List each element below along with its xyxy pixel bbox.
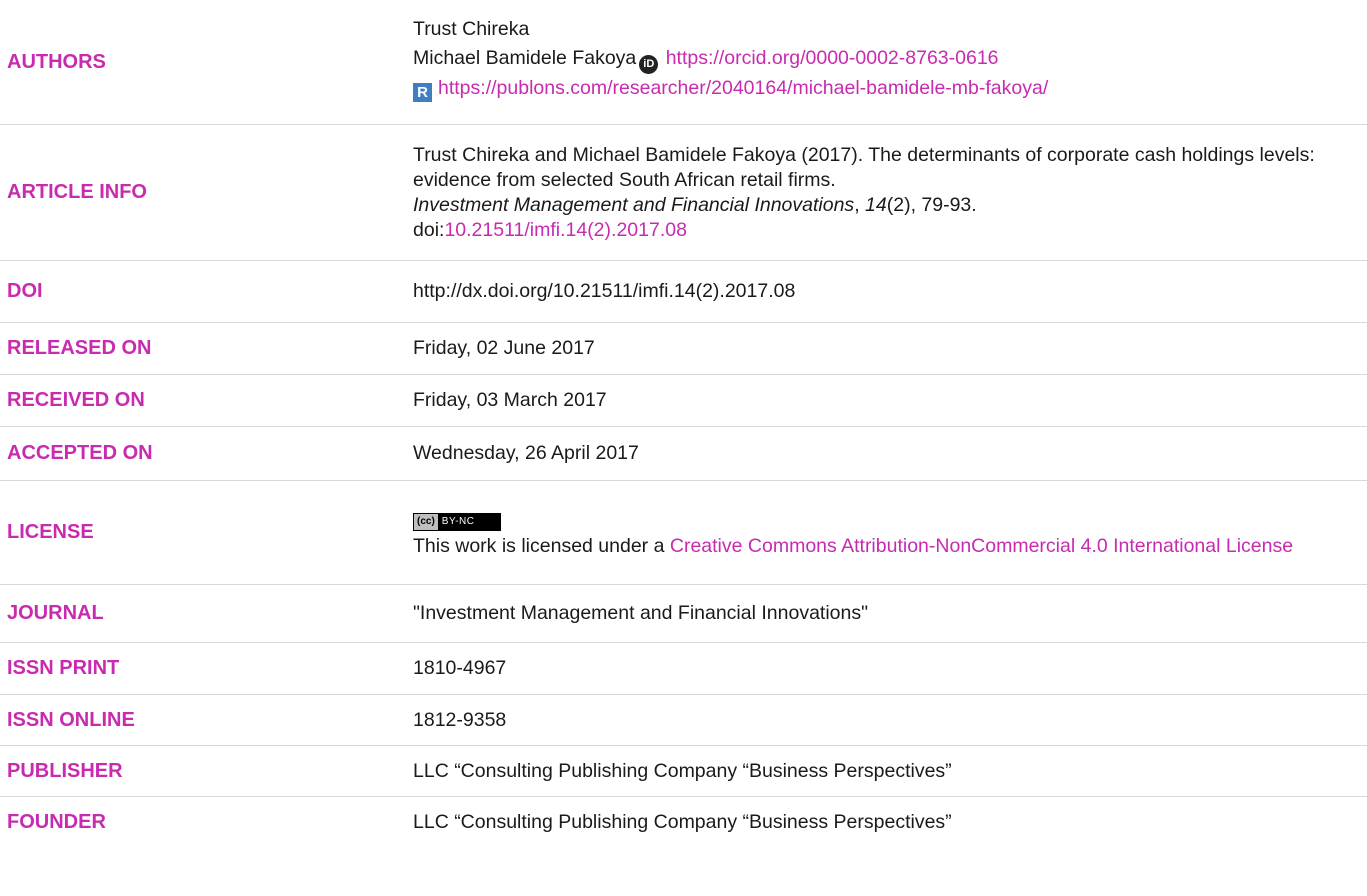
accepted-on-row: ACCEPTED ON Wednesday, 26 April 2017 bbox=[0, 427, 1367, 481]
received-on-label: RECEIVED ON bbox=[7, 389, 145, 411]
publons-link[interactable]: https://publons.com/researcher/2040164/m… bbox=[438, 77, 1048, 99]
received-on-row: RECEIVED ON Friday, 03 March 2017 bbox=[0, 375, 1367, 427]
license-label: LICENSE bbox=[7, 521, 94, 543]
issn-print-row: ISSN PRINT 1810-4967 bbox=[0, 643, 1367, 695]
license-row: LICENSE (cc) BY-NC This work is licensed… bbox=[0, 481, 1367, 585]
journal-value: "Investment Management and Financial Inn… bbox=[413, 602, 869, 624]
released-on-label: RELEASED ON bbox=[7, 337, 152, 359]
article-info-row: ARTICLE INFO Trust Chireka and Michael B… bbox=[0, 125, 1367, 261]
issn-online-label: ISSN ONLINE bbox=[7, 708, 135, 731]
issn-print-label: ISSN PRINT bbox=[7, 657, 120, 679]
article-info-value: Trust Chireka and Michael Bamidele Fakoy… bbox=[413, 143, 1367, 243]
founder-label: FOUNDER bbox=[7, 810, 106, 833]
license-link[interactable]: Creative Commons Attribution-NonCommerci… bbox=[670, 535, 1293, 557]
authors-label: AUTHORS bbox=[7, 50, 106, 73]
publisher-value: LLC “Consulting Publishing Company “Busi… bbox=[413, 759, 952, 782]
authors-row: AUTHORS Trust Chireka Michael Bamidele F… bbox=[0, 0, 1367, 125]
doi-value: http://dx.doi.org/10.21511/imfi.14(2).20… bbox=[413, 280, 796, 302]
orcid-link[interactable]: https://orcid.org/0000-0002-8763-0616 bbox=[666, 47, 999, 69]
authors-value: Trust Chireka Michael Bamidele Fakoya iD … bbox=[413, 15, 1367, 103]
doi-link[interactable]: 10.21511/imfi.14(2).2017.08 bbox=[444, 219, 686, 241]
founder-row: FOUNDER LLC “Consulting Publishing Compa… bbox=[0, 797, 1367, 847]
article-metadata-table: AUTHORS Trust Chireka Michael Bamidele F… bbox=[0, 0, 1367, 847]
article-info-label: ARTICLE INFO bbox=[7, 181, 147, 203]
released-on-value: Friday, 02 June 2017 bbox=[413, 337, 595, 359]
volume: 14 bbox=[865, 193, 887, 216]
issn-online-row: ISSN ONLINE 1812-9358 bbox=[0, 695, 1367, 746]
journal-label: JOURNAL bbox=[7, 602, 104, 624]
journal-title: Investment Management and Financial Inno… bbox=[413, 193, 855, 216]
license-value: (cc) BY-NC This work is licensed under a… bbox=[413, 506, 1367, 559]
doi-prefix: doi: bbox=[413, 218, 445, 241]
license-text: This work is licensed under a bbox=[413, 535, 670, 557]
founder-value: LLC “Consulting Publishing Company “Busi… bbox=[413, 810, 952, 833]
received-on-value: Friday, 03 March 2017 bbox=[413, 389, 607, 411]
publisher-label: PUBLISHER bbox=[7, 759, 123, 782]
accepted-on-value: Wednesday, 26 April 2017 bbox=[413, 442, 639, 464]
author-name[interactable]: Michael Bamidele Fakoya bbox=[413, 47, 636, 69]
publisher-row: PUBLISHER LLC “Consulting Publishing Com… bbox=[0, 746, 1367, 797]
citation-separator: , bbox=[854, 193, 866, 216]
issn-online-value: 1812-9358 bbox=[413, 708, 507, 731]
cc-badge-left: (cc) bbox=[414, 514, 438, 530]
journal-row: JOURNAL "Investment Management and Finan… bbox=[0, 585, 1367, 643]
orcid-icon: iD bbox=[639, 55, 659, 74]
issn-print-value: 1810-4967 bbox=[413, 657, 507, 679]
issue-pages: (2), 79-93. bbox=[886, 193, 977, 216]
publons-icon: R bbox=[413, 83, 432, 102]
author-name[interactable]: Trust Chireka bbox=[413, 15, 1361, 44]
cc-by-nc-badge-icon[interactable]: (cc) BY-NC bbox=[413, 513, 501, 531]
doi-label: DOI bbox=[7, 280, 43, 302]
accepted-on-label: ACCEPTED ON bbox=[7, 442, 153, 464]
citation-text: Trust Chireka and Michael Bamidele Fakoy… bbox=[413, 143, 1315, 191]
released-on-row: RELEASED ON Friday, 02 June 2017 bbox=[0, 323, 1367, 375]
cc-badge-right: BY-NC bbox=[437, 514, 500, 530]
doi-row: DOI http://dx.doi.org/10.21511/imfi.14(2… bbox=[0, 261, 1367, 323]
